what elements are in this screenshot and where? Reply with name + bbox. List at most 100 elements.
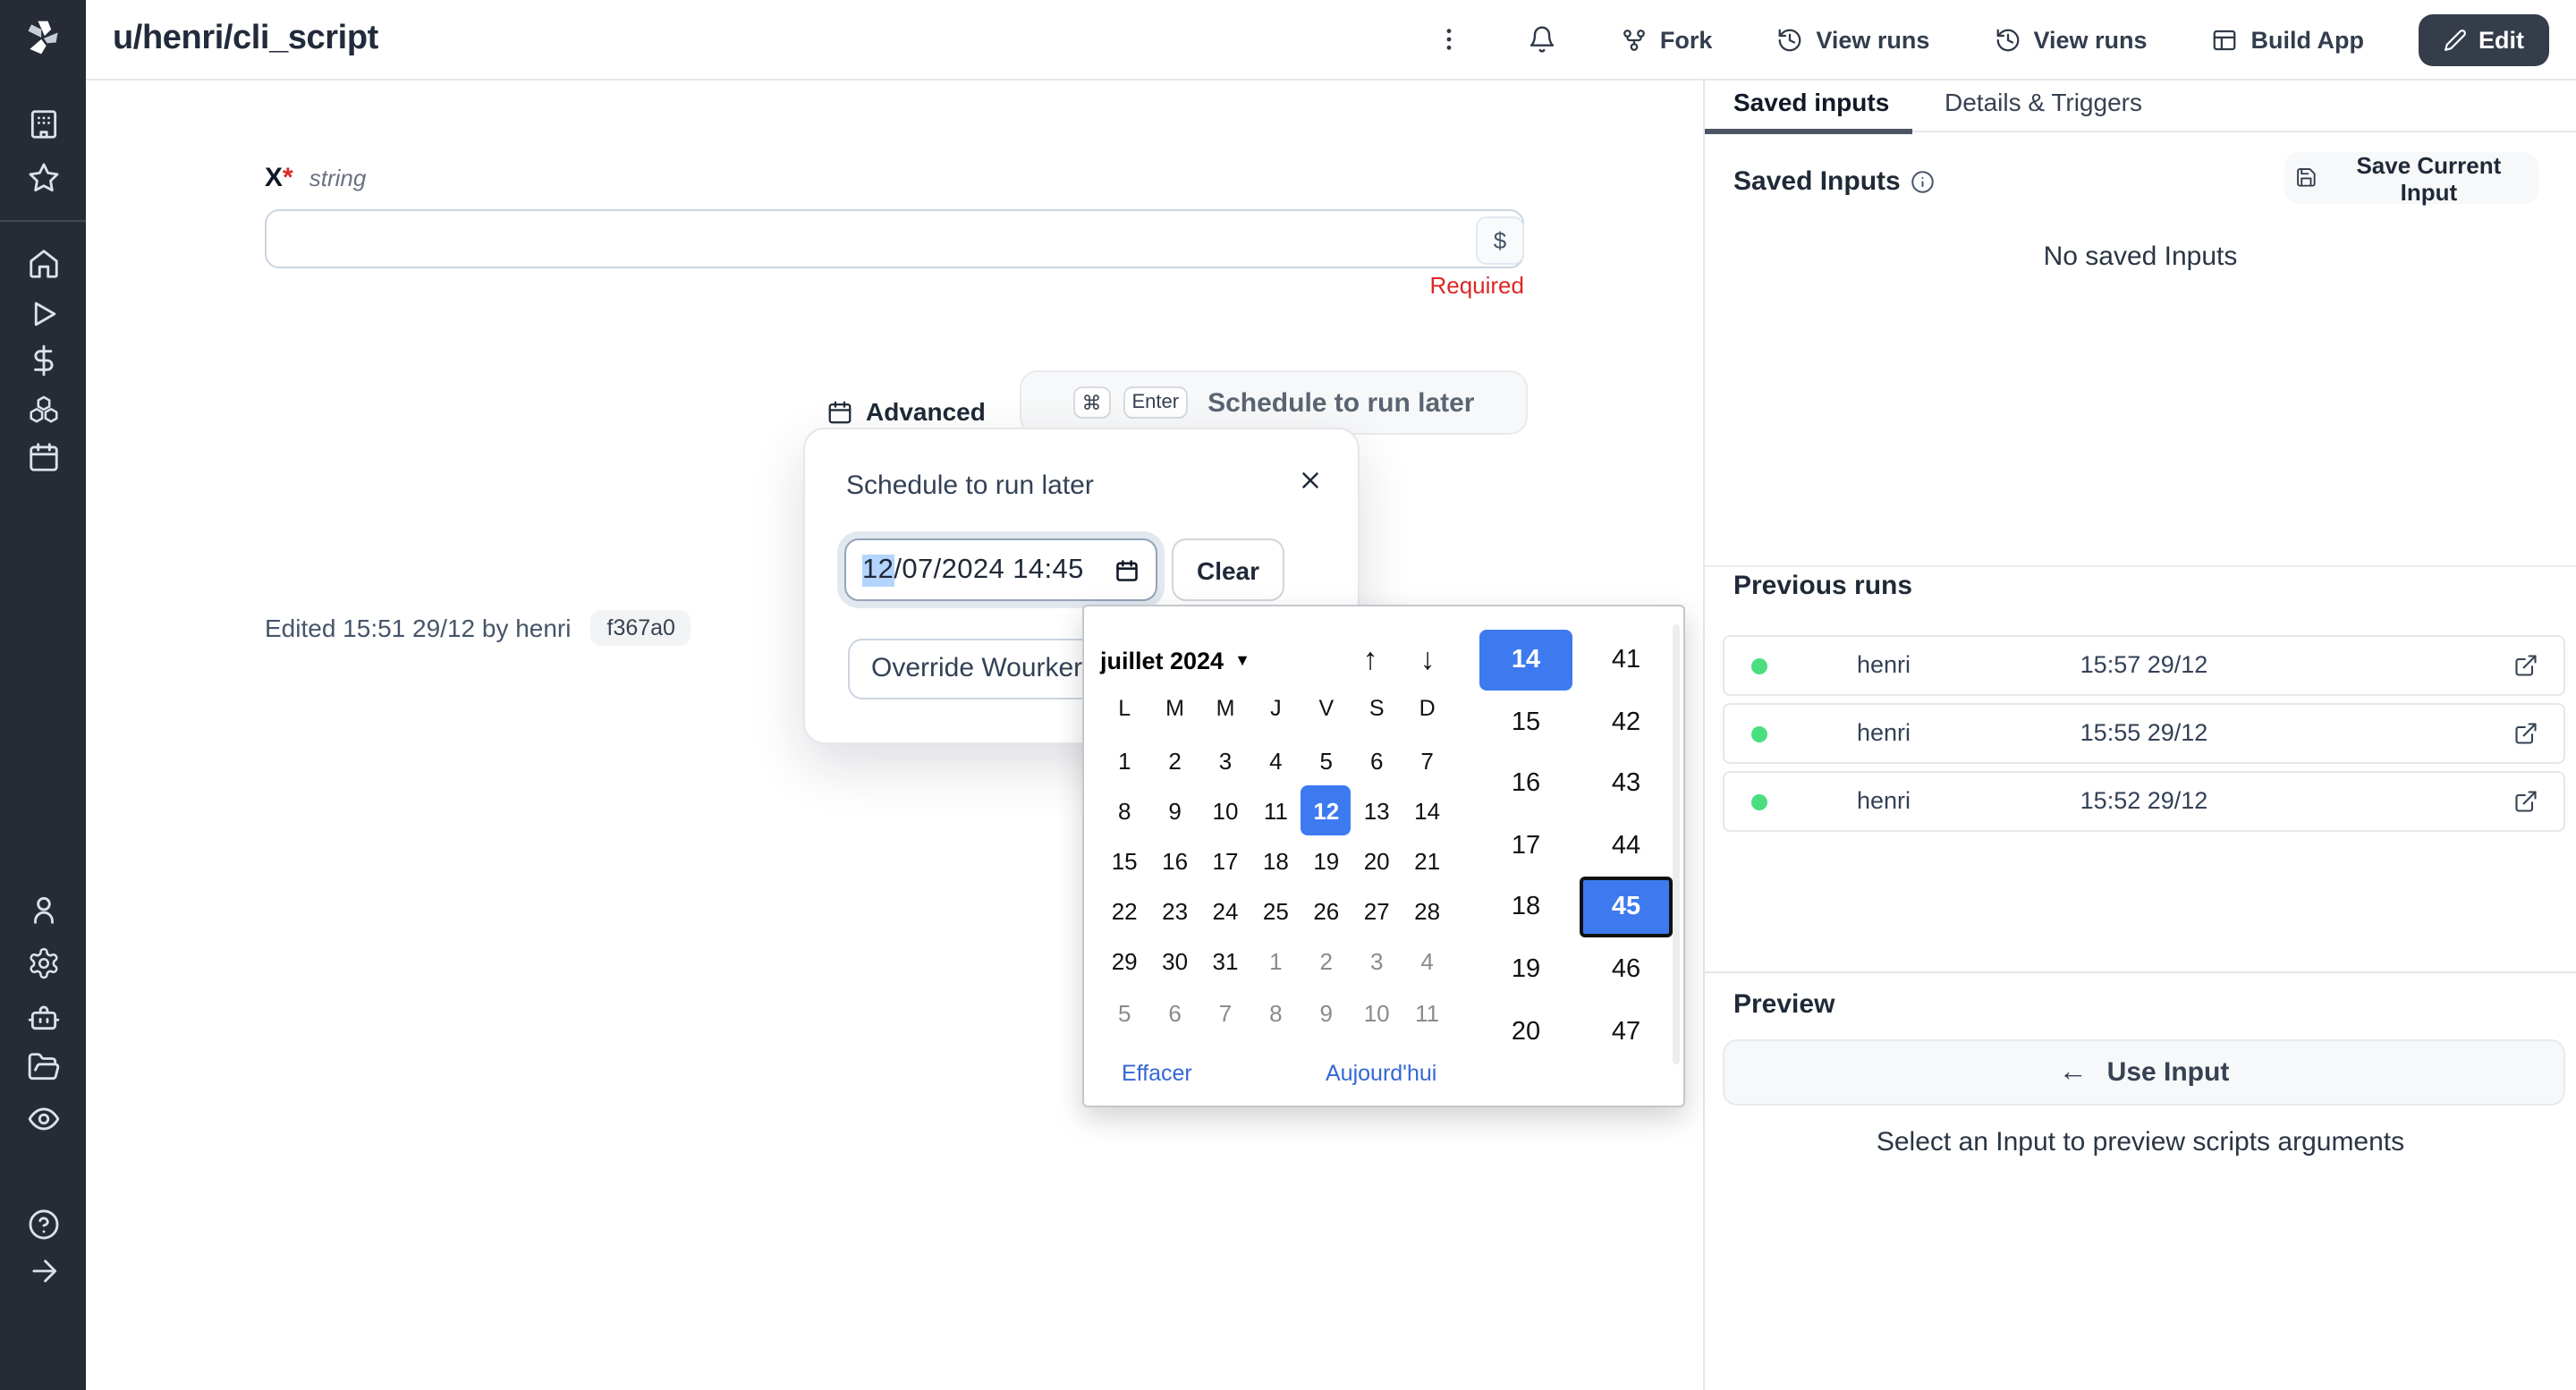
hour-option[interactable]: 16 <box>1479 753 1572 814</box>
calendar-day[interactable]: 18 <box>1250 836 1301 886</box>
calendar-day[interactable]: 10 <box>1352 987 1402 1038</box>
calendar-day[interactable]: 9 <box>1301 987 1352 1038</box>
hour-option[interactable]: 20 <box>1479 1001 1572 1062</box>
external-link-icon[interactable] <box>2513 721 2538 746</box>
sidebar-item-home-icon[interactable] <box>26 247 60 281</box>
schedule-to-run-later-button[interactable]: ⌘ Enter Schedule to run later <box>1020 370 1528 435</box>
previous-run-row[interactable]: henri 15:52 29/12 <box>1723 771 2565 832</box>
calendar-day[interactable]: 8 <box>1250 987 1301 1038</box>
version-hash-badge[interactable]: f367a0 <box>591 610 691 646</box>
calendar-day[interactable]: 20 <box>1352 836 1402 886</box>
view-runs-1-button[interactable]: View runs <box>1776 26 1929 53</box>
calendar-day[interactable]: 23 <box>1150 886 1200 937</box>
view-runs-2-button[interactable]: View runs <box>1994 26 2147 53</box>
hour-option[interactable]: 19 <box>1479 939 1572 1000</box>
kebab-menu-icon[interactable] <box>1435 25 1463 54</box>
month-dropdown[interactable]: juillet 2024 ▼ <box>1100 642 1250 678</box>
calendar-day[interactable]: 7 <box>1200 987 1250 1038</box>
sidebar-item-bot-icon[interactable] <box>26 1000 60 1034</box>
external-link-icon[interactable] <box>2513 789 2538 814</box>
calendar-day[interactable]: 11 <box>1402 987 1453 1038</box>
external-link-icon[interactable] <box>2513 653 2538 678</box>
windmill-logo-icon[interactable] <box>23 18 63 57</box>
calendar-day[interactable]: 30 <box>1150 937 1200 987</box>
tab-details-triggers[interactable]: Details & Triggers <box>1945 79 2142 132</box>
calendar-day[interactable]: 14 <box>1402 785 1453 835</box>
calendar-day[interactable]: 2 <box>1301 937 1352 987</box>
sidebar-item-arrow-right-icon[interactable] <box>26 1254 60 1288</box>
previous-run-row[interactable]: henri 15:55 29/12 <box>1723 703 2565 764</box>
calendar-day[interactable]: 17 <box>1200 836 1250 886</box>
variable-picker-button[interactable]: $ <box>1476 216 1524 265</box>
previous-run-row[interactable]: henri 15:57 29/12 <box>1723 635 2565 696</box>
sidebar-item-building-icon[interactable] <box>26 107 60 141</box>
hour-option[interactable]: 18 <box>1479 877 1572 938</box>
calendar-day[interactable]: 28 <box>1402 886 1453 937</box>
calendar-day[interactable]: 24 <box>1200 886 1250 937</box>
datepicker-today-link[interactable]: Aujourd'hui <box>1326 1061 1436 1086</box>
minute-option-selected[interactable]: 45 <box>1580 877 1673 938</box>
calendar-day[interactable]: 9 <box>1150 785 1200 835</box>
next-month-arrow-icon[interactable]: ↓ <box>1406 637 1449 683</box>
build-app-button[interactable]: Build App <box>2212 26 2365 53</box>
previous-month-arrow-icon[interactable]: ↑ <box>1349 637 1392 683</box>
calendar-day[interactable]: 3 <box>1352 937 1402 987</box>
calendar-picker-icon[interactable] <box>1114 557 1140 582</box>
sidebar-item-boxes-icon[interactable] <box>26 392 60 426</box>
calendar-day[interactable]: 26 <box>1301 886 1352 937</box>
calendar-day[interactable]: 4 <box>1402 937 1453 987</box>
calendar-day[interactable]: 5 <box>1099 987 1149 1038</box>
bell-icon[interactable] <box>1528 25 1556 54</box>
hour-option-selected[interactable]: 14 <box>1479 630 1572 691</box>
datetime-rest-segment[interactable]: /07/2024 14:45 <box>894 554 1083 586</box>
datetime-input[interactable]: 12/07/2024 14:45 <box>844 538 1157 601</box>
minute-option[interactable]: 44 <box>1580 816 1673 877</box>
calendar-day-selected[interactable]: 12 <box>1301 785 1352 835</box>
calendar-day[interactable]: 27 <box>1352 886 1402 937</box>
x-string-input[interactable] <box>265 209 1524 268</box>
scrollbar-track[interactable] <box>1673 624 1680 1064</box>
calendar-day[interactable]: 5 <box>1301 735 1352 785</box>
calendar-day[interactable]: 29 <box>1099 937 1149 987</box>
hour-option[interactable]: 17 <box>1479 816 1572 877</box>
minute-option[interactable]: 42 <box>1580 691 1673 752</box>
calendar-day[interactable]: 15 <box>1099 836 1149 886</box>
minute-option[interactable]: 43 <box>1580 753 1673 814</box>
calendar-day[interactable]: 31 <box>1200 937 1250 987</box>
minute-option[interactable]: 47 <box>1580 1001 1673 1062</box>
use-input-button[interactable]: ← Use Input <box>1723 1039 2565 1106</box>
calendar-day[interactable]: 1 <box>1250 937 1301 987</box>
calendar-day[interactable]: 25 <box>1250 886 1301 937</box>
calendar-day[interactable]: 22 <box>1099 886 1149 937</box>
calendar-day[interactable]: 3 <box>1200 735 1250 785</box>
sidebar-item-user-icon[interactable] <box>26 893 60 927</box>
calendar-day[interactable]: 1 <box>1099 735 1149 785</box>
sidebar-item-settings-icon[interactable] <box>26 946 60 980</box>
sidebar-item-folder-open-icon[interactable] <box>26 1050 60 1084</box>
calendar-day[interactable]: 6 <box>1352 735 1402 785</box>
calendar-day[interactable]: 2 <box>1150 735 1200 785</box>
sidebar-item-eye-icon[interactable] <box>26 1102 60 1136</box>
sidebar-item-star-icon[interactable] <box>26 161 60 195</box>
hour-option[interactable]: 15 <box>1479 691 1572 752</box>
calendar-day[interactable]: 19 <box>1301 836 1352 886</box>
datepicker-clear-link[interactable]: Effacer <box>1122 1061 1192 1086</box>
advanced-button[interactable]: Advanced <box>826 397 986 426</box>
calendar-day[interactable]: 13 <box>1352 785 1402 835</box>
sidebar-item-dollar-icon[interactable] <box>26 343 60 377</box>
calendar-day[interactable]: 10 <box>1200 785 1250 835</box>
calendar-day[interactable]: 4 <box>1250 735 1301 785</box>
sidebar-item-play-icon[interactable] <box>26 297 60 331</box>
calendar-day[interactable]: 21 <box>1402 836 1453 886</box>
tab-saved-inputs[interactable]: Saved inputs <box>1733 79 1889 132</box>
calendar-day[interactable]: 11 <box>1250 785 1301 835</box>
fork-button[interactable]: Fork <box>1621 26 1713 53</box>
datetime-day-segment[interactable]: 12 <box>862 554 894 586</box>
edit-button[interactable]: Edit <box>2418 13 2549 65</box>
calendar-day[interactable]: 8 <box>1099 785 1149 835</box>
clear-button[interactable]: Clear <box>1172 538 1284 601</box>
sidebar-item-calendar-icon[interactable] <box>26 440 60 474</box>
calendar-day[interactable]: 7 <box>1402 735 1453 785</box>
info-icon[interactable] <box>1911 170 1936 194</box>
close-icon[interactable] <box>1297 467 1324 494</box>
